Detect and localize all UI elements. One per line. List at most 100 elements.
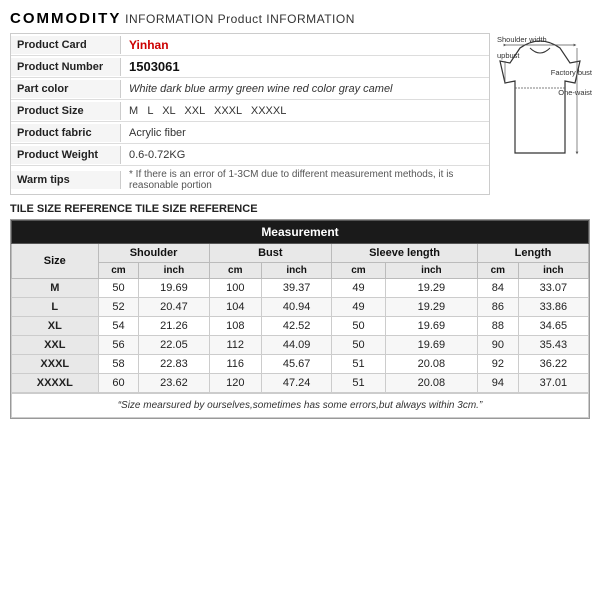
table-cell: 49 — [332, 279, 386, 298]
table-cell: 58 — [98, 355, 139, 374]
table-cell: 112 — [209, 336, 262, 355]
unit-bust-cm: cm — [209, 263, 262, 279]
measurement-header: Measurement — [12, 221, 589, 244]
label-number: Product Number — [11, 58, 121, 76]
commodity-title: COMMODITY — [10, 10, 121, 27]
table-cell: XXXXL — [12, 374, 99, 393]
table-cell: 19.69 — [139, 279, 209, 298]
label-tips: Warm tips — [11, 171, 121, 189]
value-card: Yinhan — [121, 35, 489, 55]
value-weight: 0.6-0.72KG — [121, 146, 489, 164]
info-table: Product Card Yinhan Product Number 15030… — [10, 33, 490, 195]
value-fabric: Acrylic fiber — [121, 124, 489, 142]
table-group-header-row: Size Shoulder Bust Sleeve length Length — [12, 244, 589, 263]
size-table: Measurement Size Shoulder Bust Sleeve le… — [11, 220, 589, 393]
table-main-header-row: Measurement — [12, 221, 589, 244]
table-cell: 33.86 — [518, 298, 588, 317]
table-cell: 39.37 — [262, 279, 332, 298]
table-cell: 19.29 — [385, 279, 477, 298]
table-cell: 51 — [332, 374, 386, 393]
table-cell: 45.67 — [262, 355, 332, 374]
table-cell: 104 — [209, 298, 262, 317]
table-cell: M — [12, 279, 99, 298]
table-row: L5220.4710440.944919.298633.86 — [12, 298, 589, 317]
size-table-wrapper: Measurement Size Shoulder Bust Sleeve le… — [10, 219, 590, 419]
table-cell: 19.29 — [385, 298, 477, 317]
table-cell: 47.24 — [262, 374, 332, 393]
label-size: Product Size — [11, 102, 121, 120]
label-color: Part color — [11, 80, 121, 98]
table-cell: 22.83 — [139, 355, 209, 374]
table-cell: 52 — [98, 298, 139, 317]
unit-shoulder-inch: inch — [139, 263, 209, 279]
table-cell: 34.65 — [518, 317, 588, 336]
label-upbust: upbust — [497, 51, 520, 60]
col-sleeve: Sleeve length — [332, 244, 478, 263]
value-size: M L XL XXL XXXL XXXXL — [121, 102, 489, 120]
table-cell: L — [12, 298, 99, 317]
table-cell: 100 — [209, 279, 262, 298]
table-row: XXXXL6023.6212047.245120.089437.01 — [12, 374, 589, 393]
table-cell: 90 — [477, 336, 518, 355]
label-fabric: Product fabric — [11, 124, 121, 142]
label-shoulder-width: Shoulder width — [497, 35, 547, 44]
label-one-waist: One-waist — [558, 88, 592, 97]
table-cell: XL — [12, 317, 99, 336]
unit-length-inch: inch — [518, 263, 588, 279]
product-info-section: Product Card Yinhan Product Number 15030… — [10, 33, 590, 195]
col-shoulder: Shoulder — [98, 244, 209, 263]
table-cell: 50 — [332, 336, 386, 355]
unit-bust-inch: inch — [262, 263, 332, 279]
table-cell: 36.22 — [518, 355, 588, 374]
table-cell: 35.43 — [518, 336, 588, 355]
table-cell: 19.69 — [385, 336, 477, 355]
tile-reference: TILE SIZE REFERENCE TILE SIZE REFERENCE — [10, 203, 590, 215]
table-cell: 23.62 — [139, 374, 209, 393]
table-cell: XXL — [12, 336, 99, 355]
table-cell: 19.69 — [385, 317, 477, 336]
info-row-number: Product Number 1503061 — [11, 56, 489, 78]
table-cell: 84 — [477, 279, 518, 298]
table-cell: 116 — [209, 355, 262, 374]
table-cell: 44.09 — [262, 336, 332, 355]
table-cell: 54 — [98, 317, 139, 336]
label-factory-bust: Factory bust — [551, 68, 592, 77]
table-cell: 21.26 — [139, 317, 209, 336]
value-number: 1503061 — [121, 56, 489, 77]
info-row-weight: Product Weight 0.6-0.72KG — [11, 144, 489, 166]
info-row-fabric: Product fabric Acrylic fiber — [11, 122, 489, 144]
table-row: XXL5622.0511244.095019.699035.43 — [12, 336, 589, 355]
table-cell: 20.47 — [139, 298, 209, 317]
table-cell: 92 — [477, 355, 518, 374]
table-cell: 108 — [209, 317, 262, 336]
col-size: Size — [12, 244, 99, 279]
label-card: Product Card — [11, 36, 121, 54]
table-row: M5019.6910039.374919.298433.07 — [12, 279, 589, 298]
table-cell: 120 — [209, 374, 262, 393]
table-cell: 20.08 — [385, 355, 477, 374]
table-cell: 33.07 — [518, 279, 588, 298]
unit-sleeve-inch: inch — [385, 263, 477, 279]
table-cell: 49 — [332, 298, 386, 317]
unit-shoulder-cm: cm — [98, 263, 139, 279]
page: COMMODITY INFORMATION Product INFORMATIO… — [0, 0, 600, 429]
table-cell: XXXL — [12, 355, 99, 374]
table-cell: 94 — [477, 374, 518, 393]
table-cell: 20.08 — [385, 374, 477, 393]
table-cell: 60 — [98, 374, 139, 393]
size-table-body: M5019.6910039.374919.298433.07L5220.4710… — [12, 279, 589, 393]
info-row-size: Product Size M L XL XXL XXXL XXXXL — [11, 100, 489, 122]
commodity-subtitle: INFORMATION Product INFORMATION — [121, 12, 355, 26]
table-row: XXXL5822.8311645.675120.089236.22 — [12, 355, 589, 374]
info-row-color: Part color White dark blue army green wi… — [11, 78, 489, 100]
table-cell: 50 — [332, 317, 386, 336]
col-length: Length — [477, 244, 588, 263]
table-cell: 50 — [98, 279, 139, 298]
col-bust: Bust — [209, 244, 332, 263]
table-cell: 86 — [477, 298, 518, 317]
table-cell: 51 — [332, 355, 386, 374]
table-cell: 22.05 — [139, 336, 209, 355]
table-cell: 40.94 — [262, 298, 332, 317]
table-cell: 88 — [477, 317, 518, 336]
table-cell: 42.52 — [262, 317, 332, 336]
